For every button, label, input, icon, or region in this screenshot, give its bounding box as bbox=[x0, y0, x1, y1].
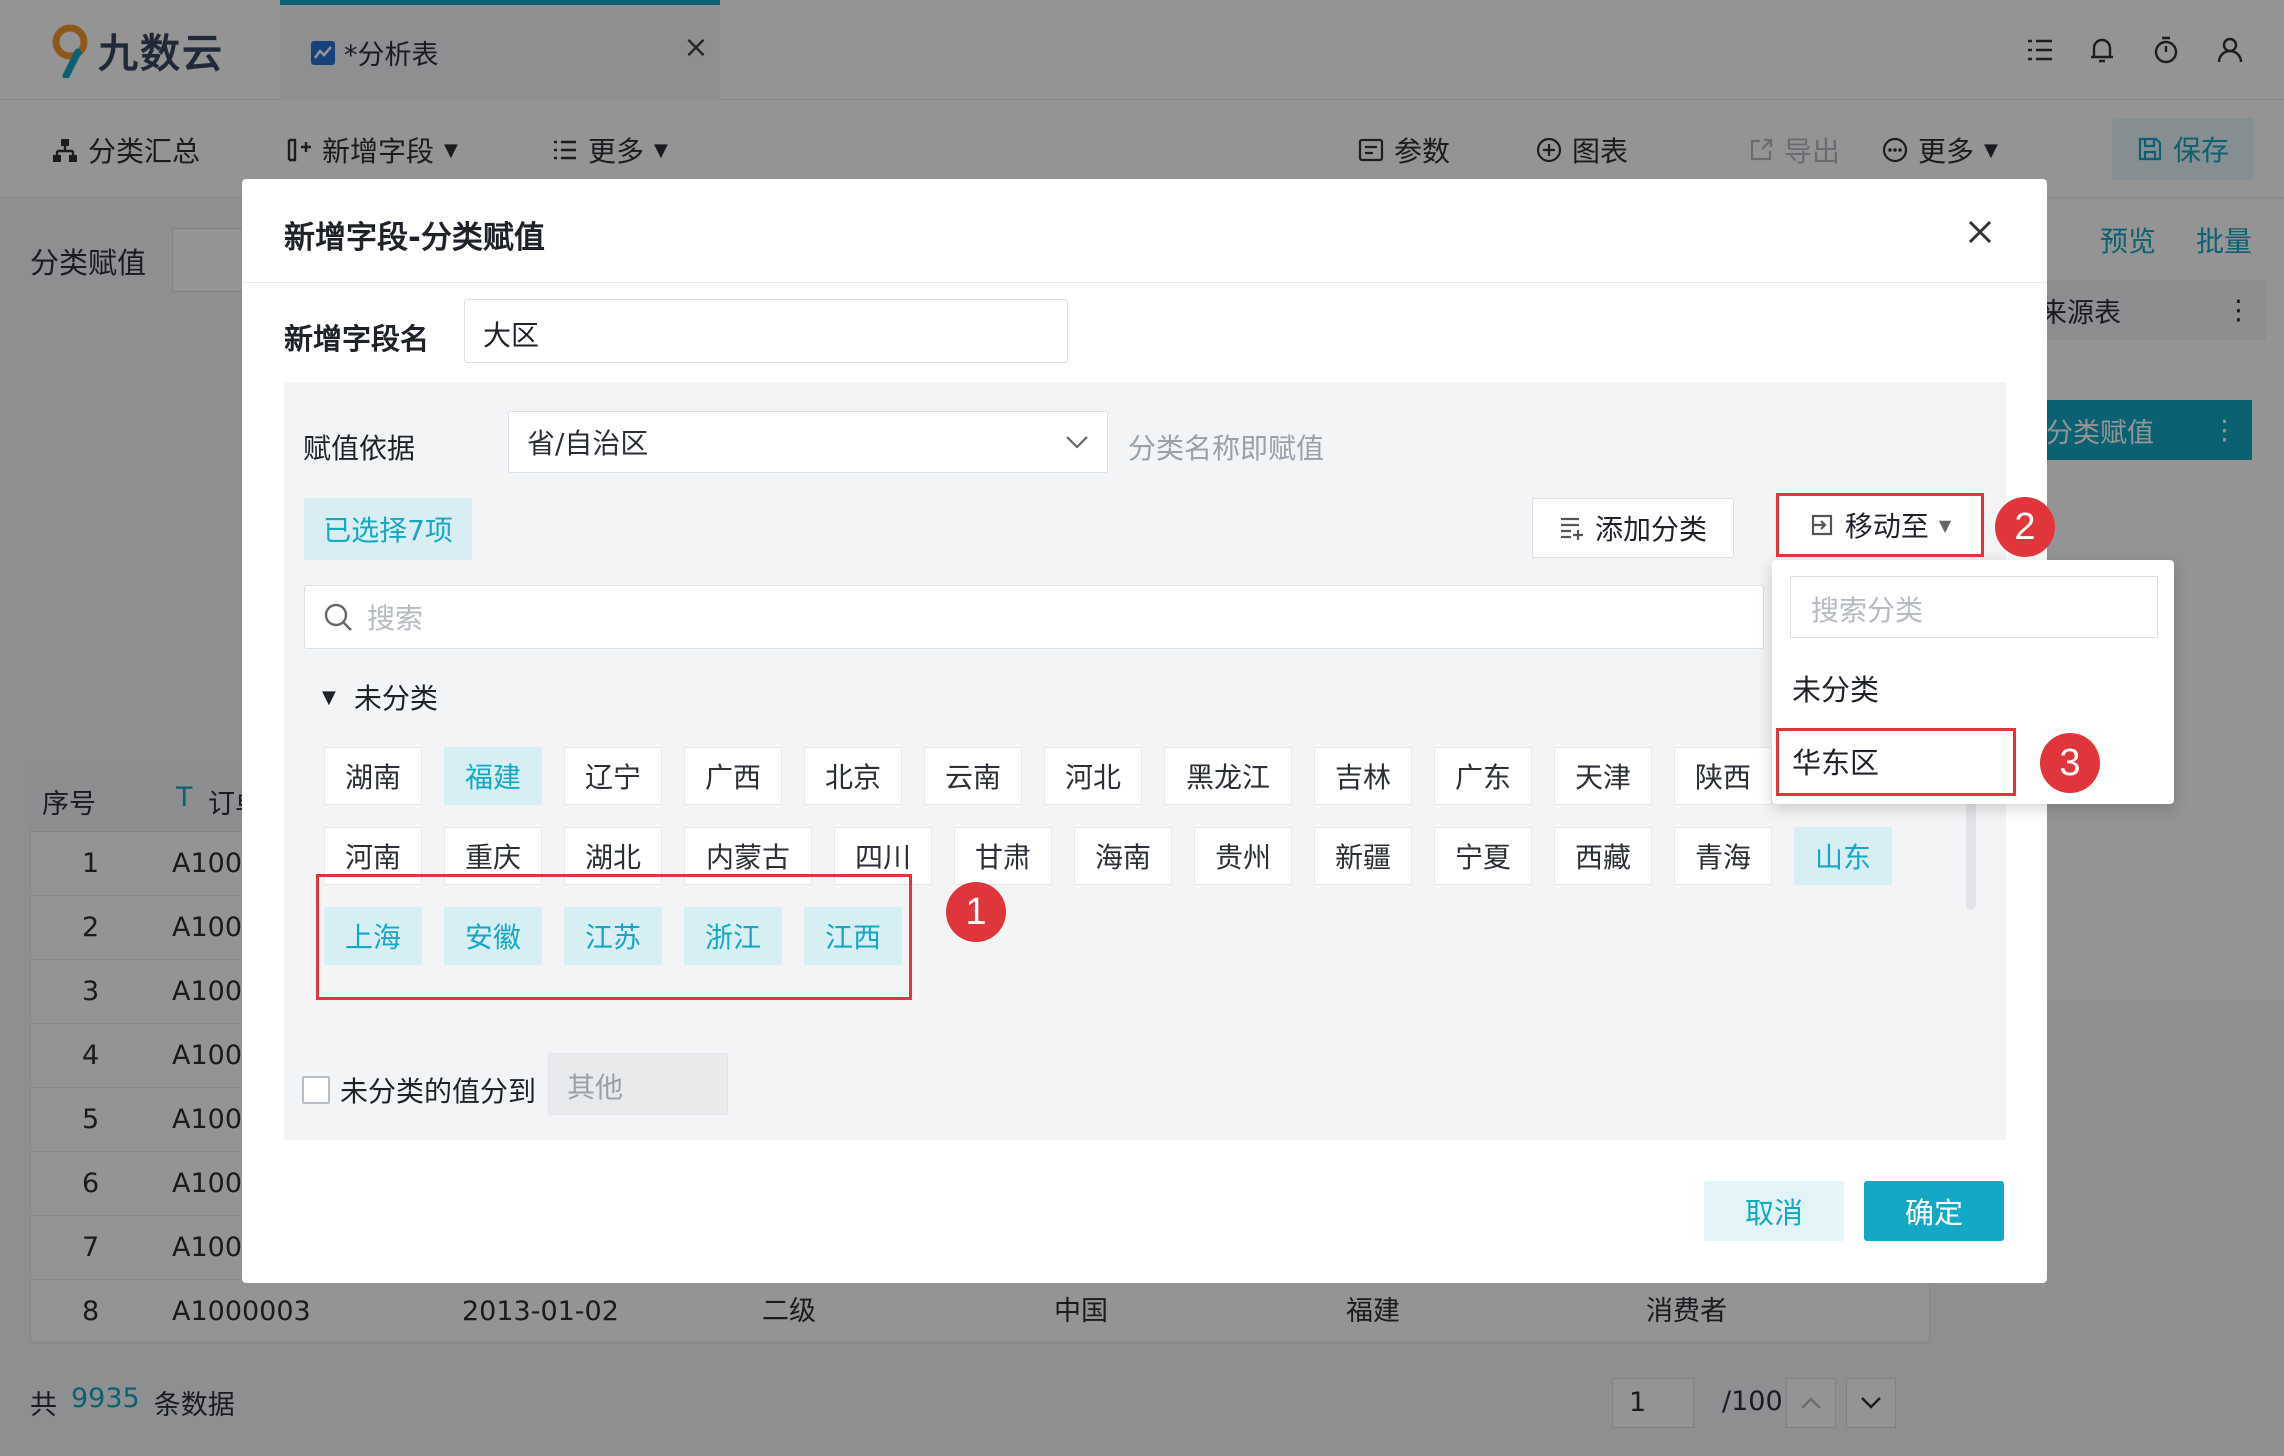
chip-fujian[interactable]: 福建 bbox=[444, 747, 542, 805]
dialog-divider bbox=[242, 282, 2047, 283]
chip-hunan[interactable]: 湖南 bbox=[324, 747, 422, 805]
basis-select[interactable]: 省/自治区 bbox=[508, 411, 1108, 473]
annotation-box-1 bbox=[316, 874, 912, 1000]
unclassified-option[interactable]: 未分类的值分到 bbox=[302, 1070, 536, 1110]
chip-tianjin[interactable]: 天津 bbox=[1554, 747, 1652, 805]
dialog-title: 新增字段-分类赋值 bbox=[284, 220, 545, 256]
caret-down-icon: ▼ bbox=[322, 686, 336, 708]
field-name-label: 新增字段名 bbox=[284, 322, 430, 356]
annotation-box-3 bbox=[1776, 728, 2016, 796]
annotation-box-2 bbox=[1776, 493, 1984, 557]
chip-shandong[interactable]: 山东 bbox=[1794, 827, 1892, 885]
chip-ningxia[interactable]: 宁夏 bbox=[1434, 827, 1532, 885]
chip-jilin[interactable]: 吉林 bbox=[1314, 747, 1412, 805]
add-category-icon bbox=[1560, 517, 1583, 540]
add-category-button[interactable]: 添加分类 bbox=[1532, 498, 1734, 558]
search-input[interactable]: 搜索 bbox=[304, 585, 1764, 649]
search-placeholder: 搜索 bbox=[367, 602, 424, 635]
search-icon bbox=[324, 603, 352, 631]
annotation-badge-3: 3 bbox=[2040, 733, 2100, 793]
checkbox[interactable] bbox=[302, 1076, 330, 1104]
basis-value: 省/自治区 bbox=[527, 427, 649, 460]
chip-heilongjiang[interactable]: 黑龙江 bbox=[1164, 747, 1292, 805]
chip-hainan[interactable]: 海南 bbox=[1074, 827, 1172, 885]
chip-xinjiang[interactable]: 新疆 bbox=[1314, 827, 1412, 885]
annotation-badge-2: 2 bbox=[1995, 497, 2055, 557]
chip-shaanxi[interactable]: 陕西 bbox=[1674, 747, 1772, 805]
chip-gansu[interactable]: 甘肃 bbox=[954, 827, 1052, 885]
basis-label: 赋值依据 bbox=[303, 432, 416, 465]
chip-beijing[interactable]: 北京 bbox=[804, 747, 902, 805]
chip-hebei[interactable]: 河北 bbox=[1044, 747, 1142, 805]
chip-yunnan[interactable]: 云南 bbox=[924, 747, 1022, 805]
other-value-input[interactable]: 其他 bbox=[548, 1053, 728, 1115]
field-name-input[interactable]: 大区 bbox=[464, 299, 1068, 363]
close-icon[interactable] bbox=[1960, 212, 2000, 252]
chip-guangxi[interactable]: 广西 bbox=[684, 747, 782, 805]
unclassified-label: 未分类的值分到 bbox=[340, 1075, 537, 1108]
chip-xizang[interactable]: 西藏 bbox=[1554, 827, 1652, 885]
chip-liaoning[interactable]: 辽宁 bbox=[564, 747, 662, 805]
confirm-button[interactable]: 确定 bbox=[1864, 1181, 2004, 1241]
dropdown-item-unclassified[interactable]: 未分类 bbox=[1792, 667, 1879, 709]
category-search-input[interactable]: 搜索分类 bbox=[1790, 576, 2158, 638]
chip-guizhou[interactable]: 贵州 bbox=[1194, 827, 1292, 885]
chip-guangdong[interactable]: 广东 bbox=[1434, 747, 1532, 805]
group-unclassified[interactable]: ▼ 未分类 bbox=[322, 677, 438, 717]
annotation-badge-1: 1 bbox=[946, 882, 1006, 942]
chip-qinghai[interactable]: 青海 bbox=[1674, 827, 1772, 885]
chevron-down-icon bbox=[1066, 436, 1088, 449]
add-category-label: 添加分类 bbox=[1594, 513, 1707, 546]
selected-count-badge: 已选择7项 bbox=[304, 498, 472, 560]
cancel-button[interactable]: 取消 bbox=[1704, 1181, 1844, 1241]
basis-hint: 分类名称即赋值 bbox=[1128, 432, 1325, 465]
group-title-label: 未分类 bbox=[353, 682, 438, 715]
